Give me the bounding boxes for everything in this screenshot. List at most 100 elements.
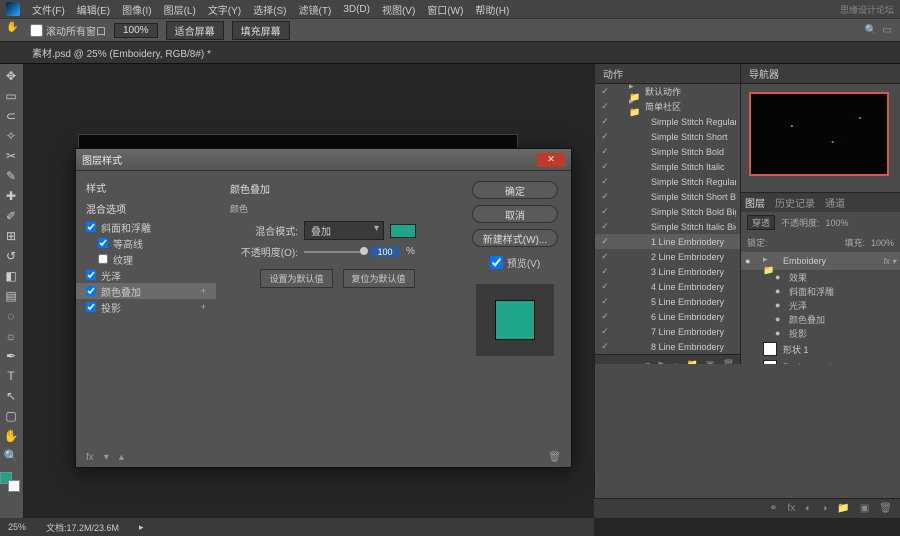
make-default-button[interactable]: 设置为默认值	[260, 269, 332, 288]
zoom-100-button[interactable]: 100%	[114, 23, 158, 38]
menu-type[interactable]: 文字(Y)	[208, 2, 241, 17]
style-item[interactable]: 投影+	[76, 299, 216, 315]
menu-view[interactable]: 视图(V)	[382, 2, 415, 17]
layer-effect-row[interactable]: ●光泽	[741, 298, 900, 312]
styles-header[interactable]: 样式	[76, 177, 216, 198]
color-swatch[interactable]	[0, 472, 20, 492]
style-item[interactable]: 纹理	[76, 251, 216, 267]
menu-layer[interactable]: 图层(L)	[164, 2, 196, 17]
action-row[interactable]: ✓Simple Stitch Short	[595, 129, 740, 144]
type-tool-icon[interactable]: T	[0, 366, 22, 386]
action-row[interactable]: ✓4 Line Embriodery	[595, 279, 740, 294]
opacity-value[interactable]: 100%	[826, 218, 849, 228]
path-tool-icon[interactable]: ↖	[0, 386, 22, 406]
gradient-tool-icon[interactable]: ▤	[0, 286, 22, 306]
layer-row[interactable]: 形状 1	[741, 340, 900, 358]
lasso-tool-icon[interactable]: ⊂	[0, 106, 22, 126]
cancel-button[interactable]: 取消	[472, 205, 558, 223]
opacity-input[interactable]: 100	[370, 247, 400, 257]
group-icon[interactable]: 📁	[837, 503, 849, 514]
action-row[interactable]: ✓Simple Stitch Short Big	[595, 189, 740, 204]
action-row[interactable]: ✓Simple Stitch Regular Big	[595, 174, 740, 189]
opacity-slider[interactable]	[304, 251, 364, 253]
action-row[interactable]: ✓3 Line Embriodery	[595, 264, 740, 279]
menu-window[interactable]: 窗口(W)	[427, 2, 463, 17]
style-item[interactable]: 等高线	[76, 235, 216, 251]
layer-effect-row[interactable]: ●投影	[741, 326, 900, 340]
navigator-panel-tab[interactable]: 导航器	[741, 64, 900, 84]
link-icon[interactable]: ⚭	[769, 503, 777, 514]
new-style-button[interactable]: 新建样式(W)...	[472, 229, 558, 247]
wand-tool-icon[interactable]: ✧	[0, 126, 22, 146]
status-docsize[interactable]: 文档:17.2M/23.6M	[46, 521, 119, 534]
move-tool-icon[interactable]: ✥	[0, 66, 22, 86]
preview-checkbox[interactable]: 预览(V)	[490, 255, 540, 270]
menu-image[interactable]: 图像(I)	[122, 2, 151, 17]
layer-effect-row[interactable]: ●斜面和浮雕	[741, 284, 900, 298]
tab-history[interactable]: 历史记录	[775, 195, 815, 210]
action-row[interactable]: ✓6 Line Embriodery	[595, 309, 740, 324]
eraser-tool-icon[interactable]: ◧	[0, 266, 22, 286]
action-row[interactable]: ✓▸📁默认动作	[595, 84, 740, 99]
new-layer-icon[interactable]: ▣	[860, 503, 869, 514]
style-item[interactable]: 光泽	[76, 267, 216, 283]
adjustment-icon[interactable]: ◑	[821, 503, 827, 514]
hand-tool-icon[interactable]: ✋	[6, 22, 22, 38]
ok-button[interactable]: 确定	[472, 181, 558, 199]
mask-icon[interactable]: ◐	[805, 503, 811, 514]
blend-mode-dropdown[interactable]: 叠加	[304, 221, 384, 240]
fill-screen-button[interactable]: 填充屏幕	[232, 21, 290, 40]
trash-icon[interactable]: 🗑	[879, 503, 892, 514]
navigator-thumbnail[interactable]	[749, 92, 889, 176]
action-row[interactable]: ✓Simple Stitch Regular	[595, 114, 740, 129]
actions-panel-tab[interactable]: 动作	[595, 64, 740, 84]
style-item[interactable]: 斜面和浮雕	[76, 219, 216, 235]
action-row[interactable]: ✓Simple Stitch Italic	[595, 159, 740, 174]
action-row[interactable]: ✓1 Line Embriodery	[595, 234, 740, 249]
layer-effect-row[interactable]: ●颜色叠加	[741, 312, 900, 326]
pen-tool-icon[interactable]: ✒	[0, 346, 22, 366]
dodge-tool-icon[interactable]: ☼	[0, 326, 22, 346]
status-zoom[interactable]: 25%	[8, 522, 26, 532]
style-item[interactable]: 颜色叠加+	[76, 283, 216, 299]
action-row[interactable]: ✓▸📁简单社区	[595, 99, 740, 114]
tab-channels[interactable]: 通道	[825, 195, 845, 210]
fit-screen-button[interactable]: 适合屏幕	[166, 21, 224, 40]
menu-3d[interactable]: 3D(D)	[343, 4, 370, 15]
hand-tool-icon[interactable]: ✋	[0, 426, 22, 446]
window-restore-icon[interactable]: ▭	[880, 23, 894, 37]
scroll-all-windows-checkbox[interactable]: 滚动所有窗口	[30, 23, 106, 38]
menu-filter[interactable]: 滤镜(T)	[299, 2, 332, 17]
zoom-tool-icon[interactable]: 🔍	[0, 446, 22, 466]
shape-tool-icon[interactable]: ▢	[0, 406, 22, 426]
fx-menu-icon[interactable]: fx	[86, 452, 94, 463]
trash-icon[interactable]: 🗑	[548, 452, 561, 463]
reset-default-button[interactable]: 复位为默认值	[343, 269, 415, 288]
action-row[interactable]: ✓Simple Stitch Bold	[595, 144, 740, 159]
action-row[interactable]: ✓5 Line Embriodery	[595, 294, 740, 309]
fx-icon[interactable]: fx	[788, 503, 796, 514]
blur-tool-icon[interactable]: ◌	[0, 306, 22, 326]
document-tab[interactable]: 素材.psd @ 25% (Emboidery, RGB/8#) *	[24, 41, 219, 64]
action-row[interactable]: ✓Simple Stitch Bold Big	[595, 204, 740, 219]
chevron-down-icon[interactable]: ▾	[104, 452, 109, 463]
overlay-color-swatch[interactable]	[390, 224, 416, 238]
history-brush-icon[interactable]: ↺	[0, 246, 22, 266]
eyedropper-tool-icon[interactable]: ✎	[0, 166, 22, 186]
dialog-close-button[interactable]: ✕	[537, 153, 565, 167]
menu-edit[interactable]: 编辑(E)	[77, 2, 110, 17]
action-row[interactable]: ✓2 Line Embriodery	[595, 249, 740, 264]
layer-kind-dropdown[interactable]: 穿透	[747, 215, 775, 230]
menu-select[interactable]: 选择(S)	[253, 2, 286, 17]
menu-file[interactable]: 文件(F)	[32, 2, 65, 17]
fill-value[interactable]: 100%	[871, 238, 894, 248]
chevron-up-icon[interactable]: ▴	[119, 452, 124, 463]
menu-help[interactable]: 帮助(H)	[475, 2, 509, 17]
layer-row[interactable]: ●▸📁Emboideryfx ▾	[741, 252, 900, 270]
dialog-titlebar[interactable]: 图层样式 ✕	[76, 149, 571, 171]
action-row[interactable]: ✓Simple Stitch Italic Big	[595, 219, 740, 234]
marquee-tool-icon[interactable]: ▭	[0, 86, 22, 106]
action-row[interactable]: ✓8 Line Embriodery	[595, 339, 740, 354]
action-row[interactable]: ✓7 Line Embriodery	[595, 324, 740, 339]
brush-tool-icon[interactable]: ✐	[0, 206, 22, 226]
